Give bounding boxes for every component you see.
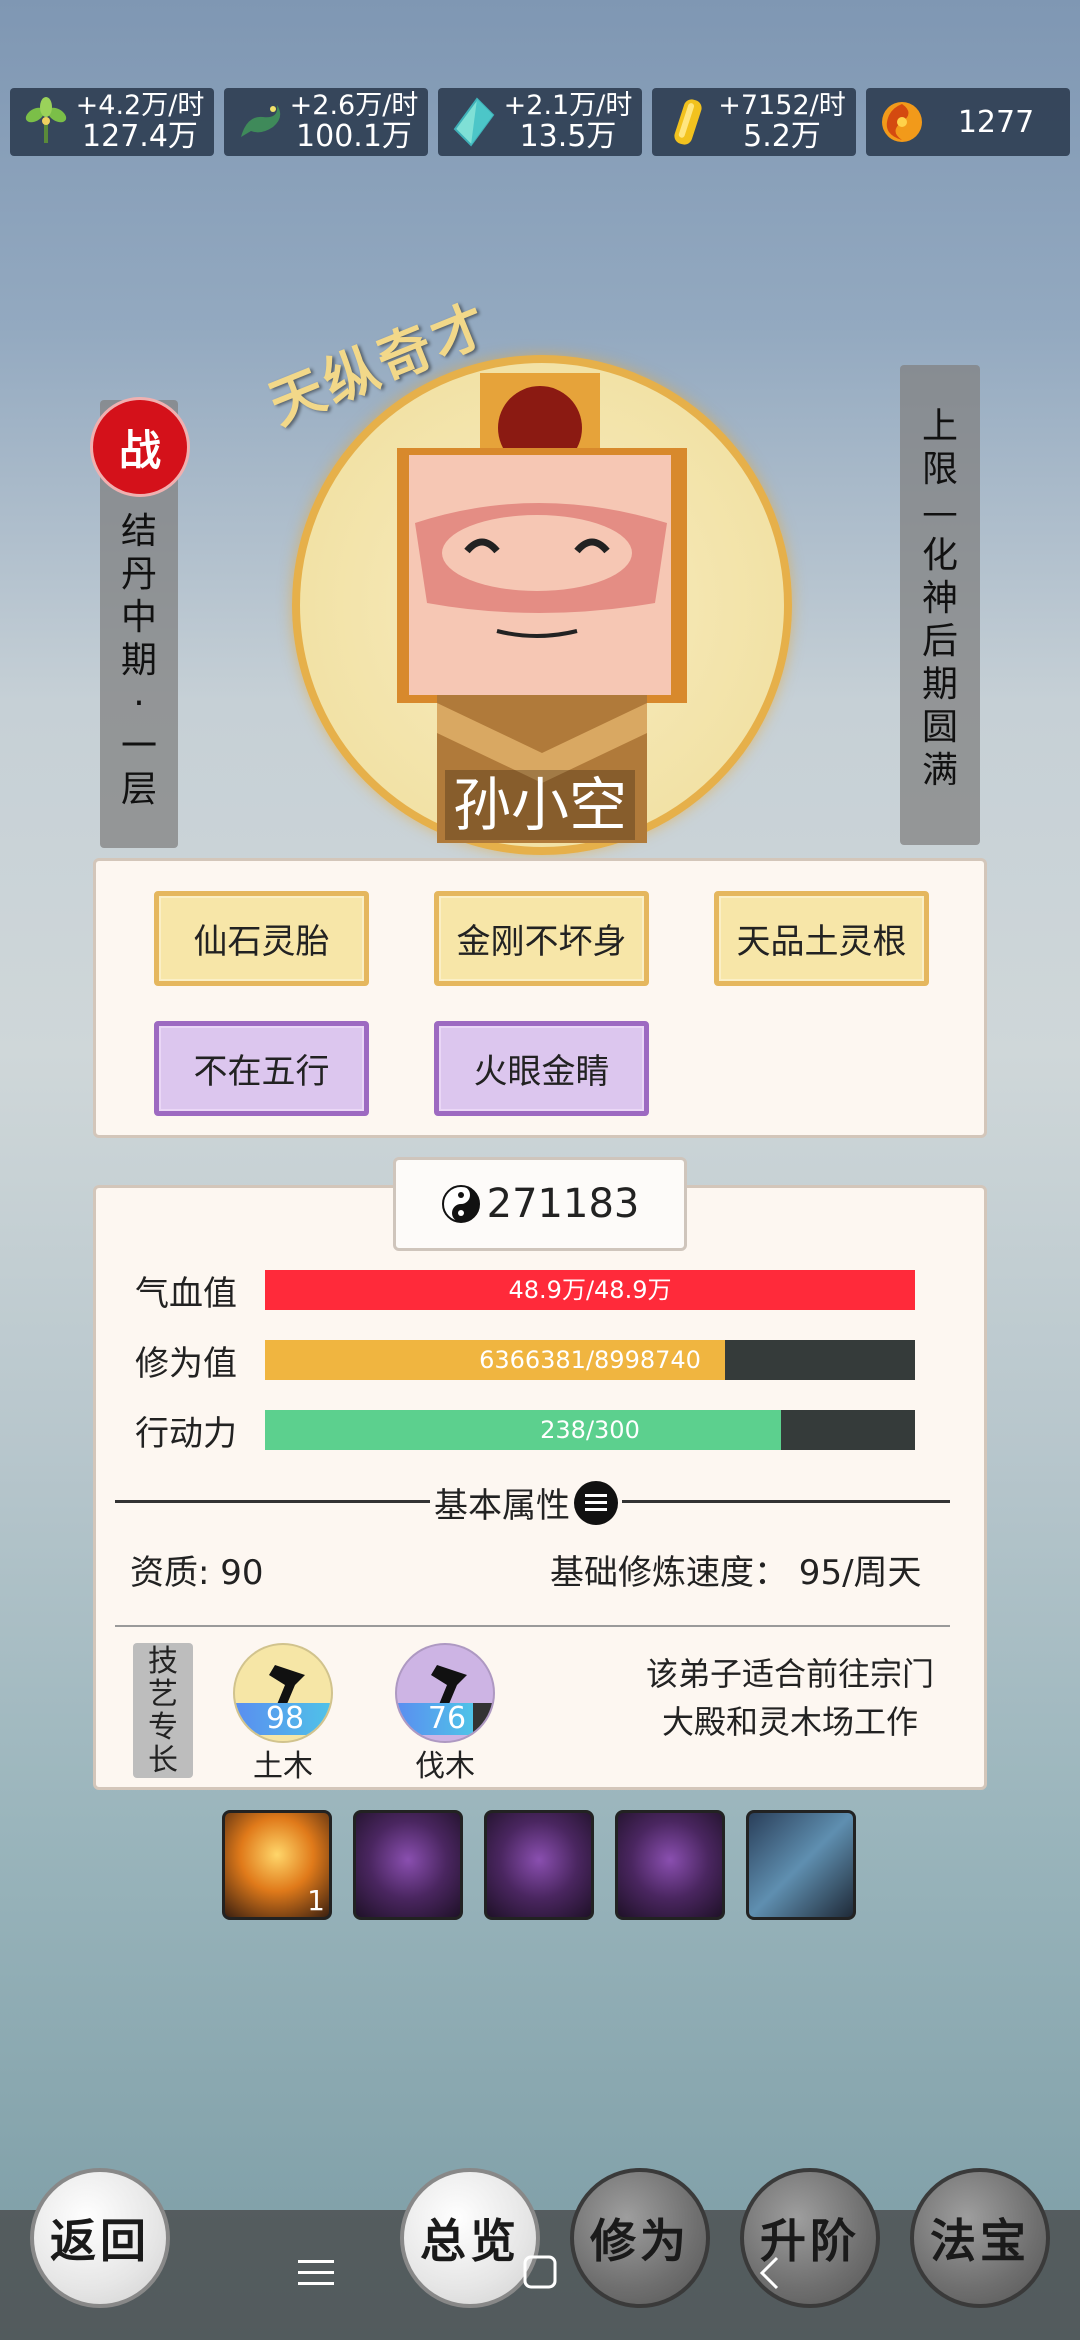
resource-fire[interactable]: 1277	[866, 88, 1070, 156]
stat-row: 修为值	[135, 1340, 265, 1384]
stat-label: 气血值	[135, 1273, 237, 1314]
item-slot[interactable]: 1	[222, 1810, 332, 1920]
yin-yang-icon	[441, 1185, 480, 1223]
stat-row: 气血值	[135, 1270, 265, 1314]
item-slot[interactable]	[746, 1810, 856, 1920]
limit-tag: 上限 — 化神后期圆满	[900, 365, 980, 845]
item-slot[interactable]	[615, 1810, 725, 1920]
stat-bar: 48.9万/48.9万	[265, 1270, 915, 1310]
back-chevron-icon[interactable]	[757, 2255, 781, 2295]
blue-crystal-icon	[446, 94, 502, 150]
overview-button[interactable]: 总览	[400, 2168, 540, 2308]
realm-label: 结丹中期 · 一层	[100, 510, 178, 811]
vertical-text: 结丹中期 · 一层	[120, 511, 157, 810]
avatar[interactable]: 孙小空	[292, 355, 792, 855]
work-advice: 该弟子适合前往宗门大殿和灵木场工作	[645, 1655, 934, 1741]
green-herb-icon	[18, 94, 74, 150]
resource-amount: 1277	[957, 104, 1035, 140]
battle-badge[interactable]: 战	[90, 397, 190, 497]
cultivation-speed-label: 基础修炼速度： 95/周天	[550, 1553, 922, 1593]
home-square-icon[interactable]	[523, 2255, 557, 2293]
stat-row: 行动力	[135, 1410, 265, 1454]
cultivation-button[interactable]: 修为	[570, 2168, 710, 2308]
resource-dragon[interactable]: +2.6万/时 100.1万	[224, 88, 428, 156]
treasure-button[interactable]: 法宝	[910, 2168, 1050, 2308]
stat-label: 行动力	[135, 1413, 237, 1454]
trait-badge[interactable]: 不在五行	[154, 1021, 369, 1116]
stat-bar: 6366381/8998740	[265, 1340, 915, 1380]
combat-power: 271183	[393, 1157, 687, 1251]
resource-herb[interactable]: +4.2万/时 127.4万	[10, 88, 214, 156]
menu-icon[interactable]	[574, 1480, 618, 1525]
item-slot[interactable]	[353, 1810, 463, 1920]
vertical-text: 技艺专长	[148, 1644, 178, 1778]
back-button[interactable]: 返回	[30, 2168, 170, 2308]
stat-label: 修为值	[135, 1343, 237, 1384]
section-title-text: 基本属性	[434, 1486, 570, 1526]
item-slot[interactable]	[484, 1810, 594, 1920]
stat-value: 6366381/8998740	[479, 1346, 701, 1374]
fire-swirl-icon	[874, 94, 930, 150]
resource-rate: +2.1万/时	[503, 89, 633, 121]
stat-value: 238/300	[540, 1416, 640, 1444]
resource-amount: 127.4万	[82, 119, 198, 155]
aptitude-label: 资质: 90	[130, 1553, 264, 1593]
stat-value: 48.9万/48.9万	[508, 1276, 672, 1304]
pickaxe-icon: 98	[233, 1643, 333, 1743]
menu-lines-icon[interactable]	[298, 2258, 334, 2292]
resource-rate: +4.2万/时	[75, 89, 205, 121]
resource-bar: +4.2万/时 127.4万 +2.6万/时 100.1万 +2.1万/时 13.5万…	[10, 88, 1070, 156]
resource-rate: +2.6万/时	[289, 89, 419, 121]
trait-badge[interactable]: 天品土灵根	[714, 891, 929, 986]
resource-rate: +7152/时	[718, 89, 846, 121]
skill-item[interactable]: 98 土木	[233, 1643, 333, 1785]
trait-badge[interactable]: 仙石灵胎	[154, 891, 369, 986]
section-title: 基本属性	[430, 1478, 622, 1527]
character-name: 孙小空	[445, 770, 635, 840]
green-dragon-icon	[232, 94, 288, 150]
trait-badge[interactable]: 火眼金睛	[434, 1021, 649, 1116]
trait-badge[interactable]: 金刚不坏身	[434, 891, 649, 986]
stat-bar: 238/300	[265, 1410, 915, 1450]
item-count: 1	[307, 1884, 325, 1917]
skill-name: 伐木	[415, 1749, 475, 1784]
gold-ingot-icon	[660, 94, 716, 150]
combat-power-value: 271183	[486, 1181, 640, 1227]
resource-amount: 13.5万	[519, 119, 617, 155]
skills-tag: 技艺专长	[133, 1643, 193, 1778]
divider-line	[115, 1625, 950, 1627]
skill-level: 98	[235, 1703, 331, 1735]
resource-gold[interactable]: +7152/时 5.2万	[652, 88, 856, 156]
resource-crystal[interactable]: +2.1万/时 13.5万	[438, 88, 642, 156]
axe-icon: 76	[395, 1643, 495, 1743]
skill-level: 76	[397, 1703, 493, 1735]
skill-name: 土木	[253, 1749, 313, 1784]
resource-amount: 5.2万	[743, 119, 821, 155]
traits-panel: 仙石灵胎 金刚不坏身 天品土灵根 不在五行 火眼金睛	[93, 858, 987, 1138]
vertical-text: 上限 — 化神后期圆满	[921, 406, 958, 791]
resource-amount: 100.1万	[296, 119, 412, 155]
skill-item[interactable]: 76 伐木	[395, 1643, 495, 1785]
